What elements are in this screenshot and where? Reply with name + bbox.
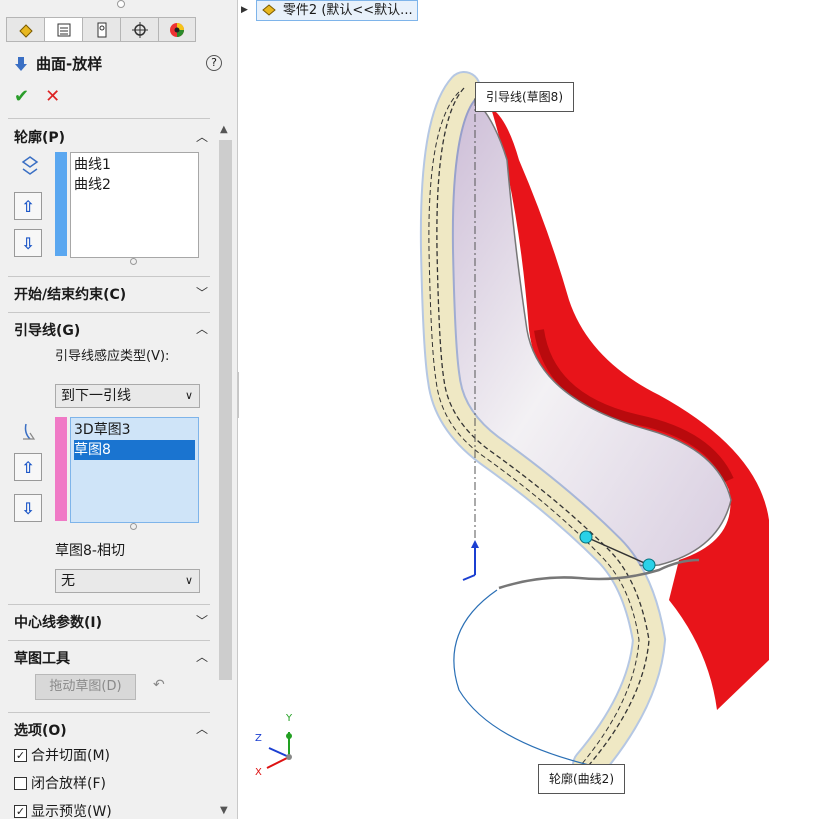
origin-x-arrow (462, 574, 476, 581)
list-resize-handle[interactable] (130, 258, 137, 265)
panel-resize-handle[interactable] (117, 0, 125, 8)
divider (8, 276, 210, 277)
feature-title: 曲面-放样 (36, 55, 103, 73)
checkbox-checked[interactable]: ✓ (14, 804, 27, 818)
part-node-label: 零件2 (默认<<默认... (282, 2, 413, 18)
panel-scrollbar[interactable]: ▲ ▼ (217, 122, 234, 819)
divider (8, 712, 210, 713)
list-item[interactable]: 曲线2 (74, 175, 195, 195)
chevron-up-icon[interactable]: ︿ (196, 648, 208, 665)
tab-display-manager[interactable] (158, 17, 196, 42)
move-down-button[interactable]: ⇩ (14, 494, 42, 522)
checkbox-unchecked[interactable] (14, 776, 27, 790)
move-down-button[interactable]: ⇩ (14, 229, 42, 257)
tab-feature-manager[interactable] (6, 17, 44, 42)
profile-callout[interactable]: 轮廓(曲线2) (538, 764, 625, 794)
loft-preview-surface[interactable] (433, 90, 732, 567)
view-triad[interactable] (266, 732, 292, 769)
ok-cancel-row: ✔ ✕ (14, 86, 60, 107)
help-button[interactable]: ? (206, 55, 222, 71)
section-options-header[interactable]: 选项(O) (14, 720, 67, 740)
move-up-button[interactable]: ⇧ (14, 192, 42, 220)
divider (8, 118, 210, 119)
undo-icon[interactable]: ↶ (153, 677, 165, 693)
guide-curve-icon (23, 423, 36, 440)
divider (8, 604, 210, 605)
property-manager-icon (57, 23, 70, 36)
divider (8, 640, 210, 641)
chevron-down-icon[interactable]: ﹀ (196, 612, 208, 629)
scroll-up-icon[interactable]: ▲ (220, 124, 228, 135)
configuration-icon (97, 22, 106, 37)
list-resize-handle[interactable] (130, 523, 137, 530)
divider (8, 312, 210, 313)
section-centerline-header[interactable]: 中心线参数(I) (14, 612, 102, 632)
list-item-selected[interactable]: 草图8 (74, 440, 195, 460)
tab-property-manager[interactable] (44, 17, 82, 42)
loft-surface-model[interactable] (239, 0, 816, 819)
part-node[interactable]: 零件2 (默认<<默认... (255, 0, 418, 21)
guide-influence-select[interactable]: 到下一引线 ∨ (55, 384, 200, 408)
tangency-label: 草图8-相切 (55, 543, 125, 559)
chevron-up-icon[interactable]: ︿ (196, 320, 208, 337)
profiles-list[interactable]: 曲线1 曲线2 (70, 152, 199, 258)
checkbox-checked[interactable]: ✓ (14, 748, 27, 762)
chevron-down-icon[interactable]: ﹀ (196, 284, 208, 301)
merge-tangent-checkbox[interactable]: ✓ 合并切面(M) (14, 745, 110, 765)
connector-handle[interactable] (642, 558, 656, 572)
feature-title-row: 曲面-放样 (14, 53, 102, 74)
guide-callout[interactable]: 引导线(草图8) (475, 82, 574, 112)
loft-surface-icon (15, 56, 27, 71)
property-manager: 曲面-放样 ? ✔ ✕ 轮廓(P) ︿ 曲线1 曲线2 ⇧ ⇩ 开始/结束约束(… (0, 0, 238, 819)
scroll-down-icon[interactable]: ▼ (220, 805, 228, 816)
triad-y-label: Y (286, 713, 293, 724)
cancel-button[interactable]: ✕ (45, 86, 60, 107)
close-loft-checkbox[interactable]: 闭合放样(F) (14, 773, 106, 793)
crosshair-icon (131, 21, 148, 38)
tangency-select[interactable]: 无 ∨ (55, 569, 200, 593)
chevron-down-icon: ∨ (184, 389, 193, 402)
feature-tree-icon (18, 23, 33, 38)
tab-configuration-manager[interactable] (82, 17, 120, 42)
show-preview-checkbox[interactable]: ✓ 显示预览(W) (14, 801, 112, 819)
profile-curve-2[interactable] (453, 589, 590, 766)
chevron-up-icon[interactable]: ︿ (196, 720, 208, 737)
section-profiles-header[interactable]: 轮廓(P) (14, 127, 65, 147)
list-item[interactable]: 3D草图3 (74, 420, 195, 440)
checkbox-label: 合并切面(M) (31, 748, 111, 764)
connector-handle[interactable] (579, 530, 593, 544)
checkbox-label: 显示预览(W) (31, 804, 112, 819)
checkbox-label: 闭合放样(F) (31, 776, 106, 792)
guide-color-bar (55, 417, 67, 521)
section-sketch-tools-header[interactable]: 草图工具 (14, 648, 70, 668)
scrollbar-thumb[interactable] (219, 140, 232, 680)
tab-dimxpert[interactable] (120, 17, 158, 42)
section-start-end-header[interactable]: 开始/结束约束(C) (14, 284, 126, 304)
display-manager-icon (170, 22, 184, 37)
feature-tree-flyout[interactable]: ▶ 零件2 (默认<<默认... (241, 0, 418, 21)
origin-arrow-head (471, 540, 479, 548)
section-guides-header[interactable]: 引导线(G) (14, 320, 80, 340)
profile-color-bar (55, 152, 67, 256)
expand-arrow-icon[interactable]: ▶ (241, 5, 248, 15)
chevron-down-icon: ∨ (184, 574, 193, 587)
guides-list[interactable]: 3D草图3 草图8 (70, 417, 199, 523)
graphics-viewport[interactable]: Y X Z 引导线(草图8) 轮廓(曲线2) (239, 0, 816, 819)
move-up-button[interactable]: ⇧ (14, 453, 42, 481)
profile-selection-icon (21, 156, 39, 175)
ok-button[interactable]: ✔ (14, 86, 29, 107)
tangency-value: 无 (61, 573, 75, 589)
drag-sketch-button[interactable]: 拖动草图(D) (35, 674, 136, 700)
list-item[interactable]: 曲线1 (74, 155, 195, 175)
manager-tabs (6, 17, 206, 43)
profile-curve-1[interactable] (498, 558, 700, 590)
triad-x-label: X (255, 767, 262, 778)
part-icon (262, 4, 276, 16)
guide-influence-value: 到下一引线 (61, 388, 131, 404)
chevron-up-icon[interactable]: ︿ (196, 128, 208, 145)
guide-influence-label: 引导线感应类型(V): (55, 349, 170, 364)
triad-z-label: Z (255, 733, 262, 744)
